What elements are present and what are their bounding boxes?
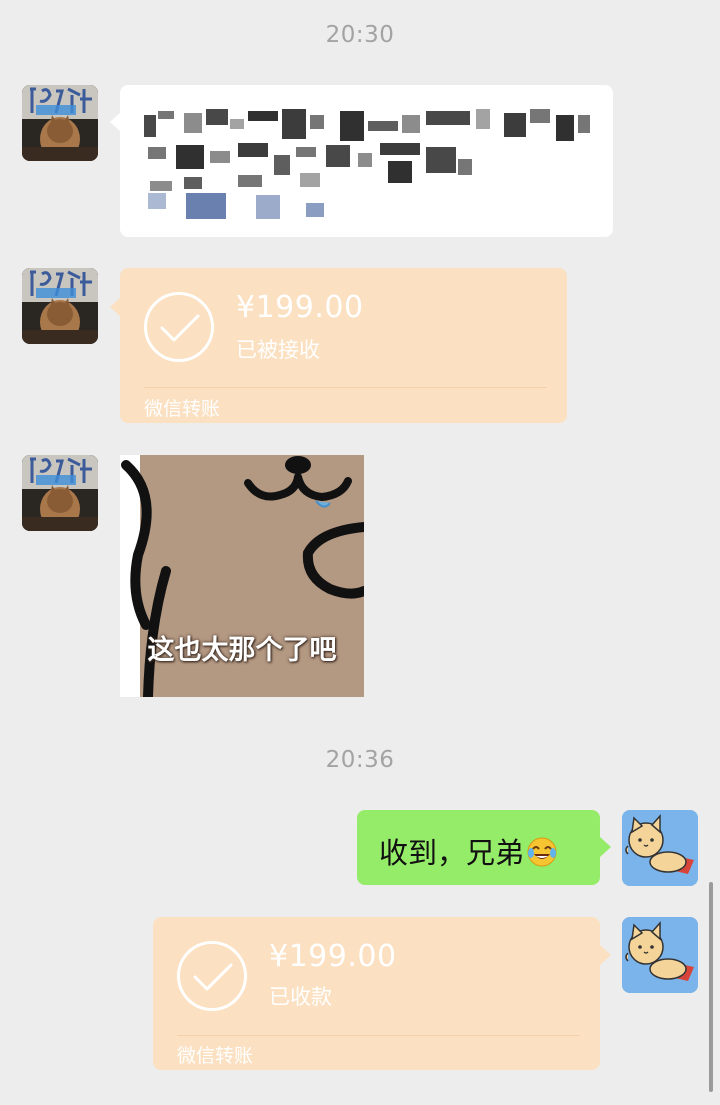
cat-photo-icon bbox=[22, 268, 98, 344]
bubble-tail bbox=[600, 837, 611, 857]
transfer-card-received[interactable]: ¥199.00 已被接收 微信转账 bbox=[120, 268, 567, 423]
pixelated-text-image bbox=[144, 109, 590, 219]
cat-photo-icon bbox=[22, 85, 98, 161]
transfer-card-collected[interactable]: ¥199.00 已收款 微信转账 bbox=[153, 917, 600, 1070]
flying-cat-icon bbox=[622, 917, 698, 993]
transfer-status: 已收款 bbox=[269, 985, 332, 1009]
my-avatar[interactable] bbox=[622, 917, 698, 993]
flying-cat-icon bbox=[622, 810, 698, 886]
scrollbar[interactable] bbox=[709, 882, 713, 1092]
transfer-brand-label: 微信转账 bbox=[144, 398, 221, 420]
contact-avatar[interactable] bbox=[22, 268, 98, 344]
my-text-message[interactable]: 收到，兄弟 bbox=[357, 810, 600, 885]
cat-photo-icon bbox=[22, 455, 98, 531]
divider bbox=[144, 387, 547, 388]
check-circle-icon bbox=[177, 941, 247, 1011]
laughing-tears-emoji-icon bbox=[526, 836, 558, 868]
divider bbox=[177, 1035, 580, 1036]
bubble-tail bbox=[600, 945, 611, 965]
transfer-status: 已被接收 bbox=[236, 338, 320, 362]
check-circle-icon bbox=[144, 292, 214, 362]
censored-text-message[interactable] bbox=[120, 85, 613, 237]
contact-avatar[interactable] bbox=[22, 455, 98, 531]
contact-avatar[interactable] bbox=[22, 85, 98, 161]
timestamp: 20:30 bbox=[325, 22, 395, 48]
transfer-amount: ¥199.00 bbox=[236, 290, 364, 325]
timestamp: 20:36 bbox=[325, 747, 395, 773]
transfer-amount: ¥199.00 bbox=[269, 939, 397, 974]
message-text: 收到，兄弟 bbox=[379, 836, 525, 870]
my-avatar[interactable] bbox=[622, 810, 698, 886]
sticker-caption: 这也太那个了吧 bbox=[147, 635, 337, 666]
transfer-brand-label: 微信转账 bbox=[177, 1045, 254, 1067]
